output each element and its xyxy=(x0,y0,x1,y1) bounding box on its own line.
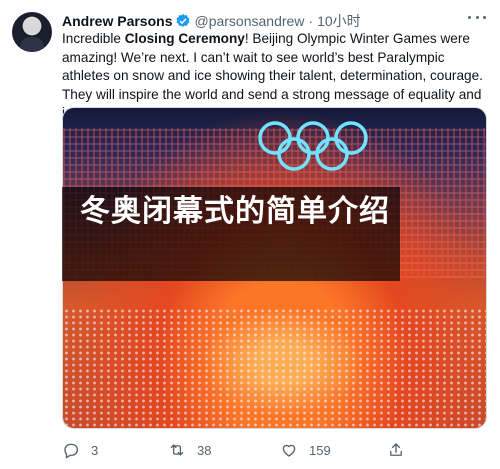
author-name[interactable]: Andrew Parsons xyxy=(62,13,172,29)
performers-crowd xyxy=(63,308,486,428)
like-count: 159 xyxy=(309,442,331,458)
separator-dot: · xyxy=(308,13,314,29)
share-icon xyxy=(390,443,402,456)
image-caption-text: 冬奥闭幕式的简单介绍 xyxy=(80,194,390,229)
tweet-header: Andrew Parsons @parsonsandrew · 10小时 xyxy=(62,11,361,31)
reply-count: 3 xyxy=(91,442,99,458)
author-handle[interactable]: @parsonsandrew xyxy=(194,13,304,29)
share-button[interactable] xyxy=(387,440,416,460)
action-bar: 3 38 159 xyxy=(62,440,492,460)
reply-button[interactable]: 3 xyxy=(62,440,98,460)
more-icon[interactable] xyxy=(468,14,486,20)
avatar[interactable] xyxy=(12,12,52,52)
timestamp[interactable]: 10小时 xyxy=(317,11,361,31)
tweet-card[interactable]: Andrew Parsons @parsonsandrew · 10小时 Inc… xyxy=(0,0,500,469)
tweet-text-bold: Closing Ceremony xyxy=(124,31,245,46)
like-icon xyxy=(282,444,296,457)
tweet-text-start: Incredible xyxy=(62,31,125,46)
olympic-rings-icon xyxy=(258,121,368,171)
verified-badge-icon xyxy=(175,13,191,29)
retweet-count: 38 xyxy=(197,442,212,458)
reply-icon xyxy=(64,443,79,459)
like-button[interactable]: 159 xyxy=(280,440,331,460)
retweet-icon xyxy=(170,444,184,456)
retweet-button[interactable]: 38 xyxy=(168,440,211,460)
